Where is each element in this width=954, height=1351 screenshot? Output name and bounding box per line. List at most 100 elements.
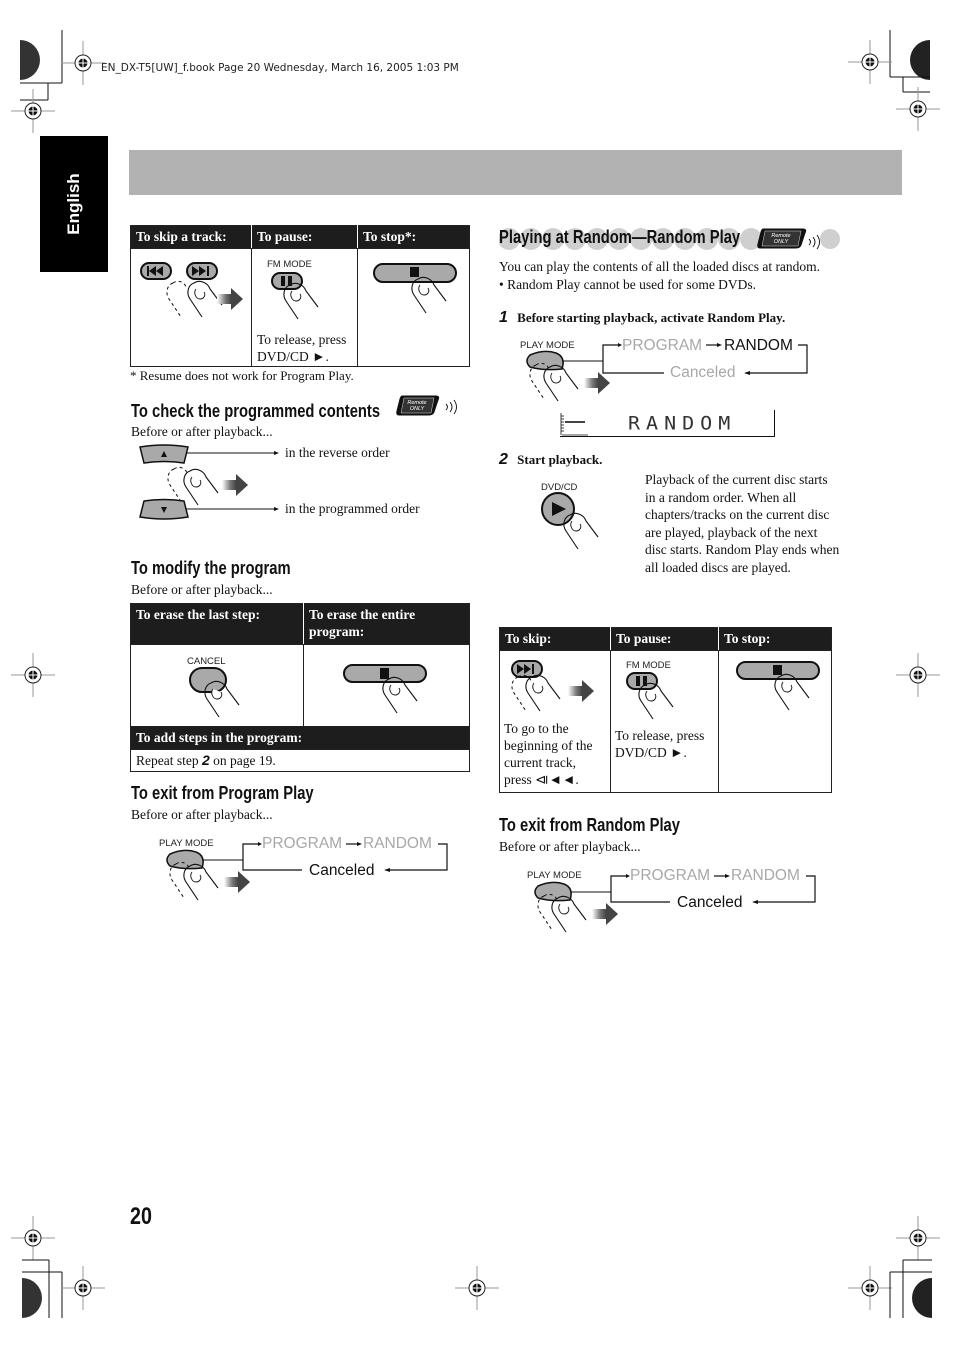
remote-signal-icon: [445, 399, 457, 415]
add-steps-text: on page 19.: [209, 753, 276, 768]
step-2-text: Start playback.: [517, 452, 603, 467]
skip-next-button[interactable]: [511, 660, 543, 678]
pause-cell: FM MODE To release, press DVD/CD ►.: [610, 650, 719, 793]
stop-illustration: [343, 664, 427, 714]
flow-canceled: Canceled: [677, 894, 743, 911]
skip-description: To go to the: [504, 721, 569, 736]
play-mode-button[interactable]: [526, 350, 564, 371]
registration-wheel-icon: [22, 1278, 42, 1318]
registration-mark-icon: [895, 86, 941, 132]
pause-release-text: DVD/CD ►.: [257, 349, 329, 364]
step-2-description: Playback of the current disc starts in a…: [645, 472, 840, 575]
stop-icon: [773, 665, 782, 675]
badge-text: ONLY: [774, 239, 789, 245]
registration-mark-icon: [847, 1265, 893, 1311]
table-header: To erase the entire program:: [303, 603, 470, 645]
table-header: To pause:: [251, 225, 358, 249]
program-controls-table: To skip a track: To pause: To stop*: FM …: [130, 225, 470, 367]
registration-mark-icon: [454, 1265, 500, 1311]
pause-icon: [636, 676, 640, 686]
stop-button[interactable]: [343, 664, 427, 683]
stop-cell: [718, 650, 832, 793]
skip-description: beginning of the: [504, 738, 593, 753]
resume-footnote: * Resume does not work for Program Play.: [130, 368, 354, 383]
step-1-text: Before starting playback, activate Rando…: [517, 310, 786, 325]
flow-program: PROGRAM: [262, 835, 343, 852]
flow-canceled: Canceled: [670, 364, 736, 381]
pause-cell: FM MODE To release, press DVD/CD ►.: [251, 248, 358, 367]
reverse-order-label: in the reverse order: [285, 445, 390, 460]
stop-button[interactable]: [373, 263, 457, 283]
step-2: 2 Start playback.: [499, 451, 602, 469]
flow-program: PROGRAM: [630, 867, 711, 884]
section-title-check: To check the programmed contents: [131, 401, 381, 421]
table-header: To skip a track:: [130, 225, 252, 249]
section-title-modify: To modify the program: [131, 558, 291, 578]
skip-cell: To go to the beginning of the current tr…: [499, 650, 611, 793]
header-band: [129, 150, 902, 195]
pause-release-text: To release, press: [257, 332, 347, 347]
exit-random-intro: Before or after playback...: [499, 839, 641, 854]
pause-release-text: To release, press: [615, 728, 705, 743]
play-mode-button[interactable]: [534, 881, 572, 902]
check-illustration: [139, 444, 279, 520]
skip-illustration: [511, 660, 594, 712]
section-title-exit-random: To exit from Random Play: [499, 815, 680, 835]
dvd-cd-play-button[interactable]: [541, 492, 575, 526]
registration-wheel-icon: [910, 40, 930, 80]
registration-mark-icon: [60, 1265, 106, 1311]
display-panel: RANDOM: [560, 410, 775, 437]
table-header: To pause:: [610, 627, 719, 651]
skip-next-button[interactable]: [186, 262, 218, 280]
remote-signal-icon: [808, 234, 820, 250]
modify-intro: Before or after playback...: [131, 582, 273, 597]
stop-button[interactable]: [736, 661, 820, 680]
registration-wheel-icon: [20, 40, 40, 80]
dvd-play-illustration: [541, 492, 599, 550]
stop-illustration: [736, 661, 820, 711]
up-button[interactable]: [139, 444, 189, 464]
table-header: To add steps in the program:: [130, 726, 470, 750]
registration-mark-icon: [60, 40, 106, 86]
cancel-illustration: [189, 667, 240, 718]
remote-only-badge: Remote ONLY: [396, 395, 457, 416]
registration-mark-icon: [10, 652, 56, 698]
exit-program-intro: Before or after playback...: [131, 807, 273, 822]
book-info-line: EN_DX-T5[UW]_f.book Page 20 Wednesday, M…: [101, 62, 459, 74]
page-number: 20: [130, 1203, 152, 1230]
section-title-random: Playing at Random—Random Play: [499, 227, 741, 247]
check-intro: Before or after playback...: [131, 424, 273, 439]
step-number: 2: [499, 451, 508, 468]
display-text: RANDOM: [628, 411, 737, 435]
programmed-order-label: in the programmed order: [285, 501, 420, 516]
skip-cell: [130, 248, 252, 367]
language-tab-label: English: [64, 173, 83, 235]
erase-entire-cell: [303, 644, 470, 727]
registration-mark-icon: [895, 1215, 941, 1261]
skip-previous-button[interactable]: [140, 262, 172, 280]
stop-cell: [357, 248, 470, 367]
modify-program-table: To erase the last step: To erase the ent…: [130, 603, 470, 772]
display-level-indicator: [560, 413, 588, 436]
erase-last-cell: CANCEL: [130, 644, 304, 727]
skip-description: current track,: [504, 755, 576, 770]
flow-random: RANDOM: [731, 867, 800, 884]
registration-mark-icon: [895, 652, 941, 698]
skip-illustration: [140, 262, 243, 318]
step-ref: 2: [201, 752, 210, 768]
registration-mark-icon: [847, 39, 893, 85]
step-number: 1: [499, 309, 508, 326]
flow-random: RANDOM: [363, 835, 432, 852]
registration-wheel-icon: [912, 1278, 932, 1318]
table-header: To skip:: [499, 627, 611, 651]
down-button[interactable]: [139, 498, 189, 520]
stop-illustration: [373, 263, 457, 314]
table-header: To erase the last step:: [130, 603, 304, 645]
cancel-button[interactable]: [189, 667, 227, 693]
random-controls-table: To skip: To pause: To stop: To go to the…: [499, 627, 832, 793]
play-mode-button[interactable]: [166, 849, 204, 870]
flow-canceled: Canceled: [309, 862, 375, 879]
stop-icon: [380, 668, 389, 679]
random-intro: You can play the contents of all the loa…: [499, 259, 821, 274]
registration-mark-icon: [10, 1215, 56, 1261]
